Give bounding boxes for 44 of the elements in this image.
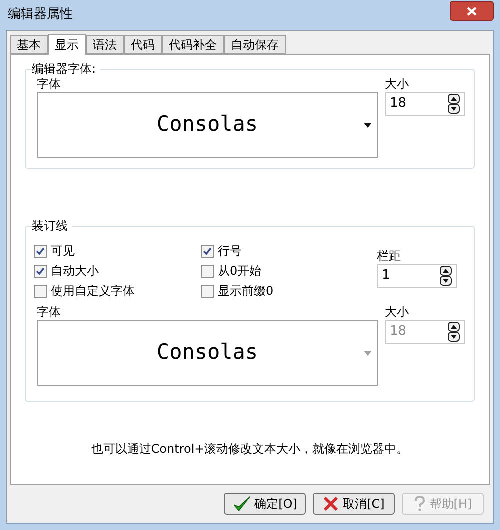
tab[interactable]: 代码补全 [162,35,224,54]
spinner-icon[interactable] [440,266,452,286]
tab[interactable]: 基本 [10,35,48,54]
checkmark-icon [36,246,45,256]
field-label: 栏距 [377,249,402,264]
checkbox-label: 自动大小 [51,263,99,280]
field-label: 字体 [37,77,62,92]
dialog-button[interactable]: 确定[O] [224,493,306,515]
checkbox[interactable] [34,264,47,278]
checkmark-icon [232,496,251,512]
group-title: 装订线 [32,218,72,234]
close-icon [467,6,477,16]
checkbox-label: 行号 [218,243,242,260]
tab[interactable]: 代码 [124,35,162,54]
dialog-button[interactable]: 取消[C] [313,493,395,515]
question-icon [414,496,426,512]
field-label: 大小 [385,77,410,92]
checkbox[interactable] [34,284,47,298]
window-title: 编辑器属性 [8,6,73,24]
checkbox[interactable] [201,244,214,258]
number-field[interactable]: 18 [385,92,465,116]
checkbox-label: 从0开始 [218,263,262,280]
cross-icon [323,496,340,512]
close-button[interactable] [450,1,494,21]
checkbox-label: 显示前缀0 [218,283,274,300]
tab[interactable]: 自动保存 [224,35,286,54]
hint-text: 也可以通过Control+滚动修改文本大小，就像在浏览器中。 [91,441,409,458]
checkmark-icon [203,246,212,256]
field-label: 大小 [385,305,410,320]
number-field[interactable]: 1 [377,264,457,288]
caret-icon [364,351,372,356]
tab[interactable]: 语法 [86,35,124,54]
tab[interactable]: 显示 [48,34,86,55]
spinner-icon[interactable] [448,94,460,114]
checkbox[interactable] [34,244,47,258]
checkmark-icon [36,266,45,276]
checkbox[interactable] [201,264,214,278]
checkbox-label: 可见 [51,243,75,260]
field-label: 字体 [37,305,62,320]
font-dropdown[interactable]: Consolas [37,92,378,158]
checkbox-label: 使用自定义字体 [51,283,135,300]
group-title: 编辑器字体: [32,61,100,77]
caret-icon [364,123,372,128]
checkbox[interactable] [201,284,214,298]
